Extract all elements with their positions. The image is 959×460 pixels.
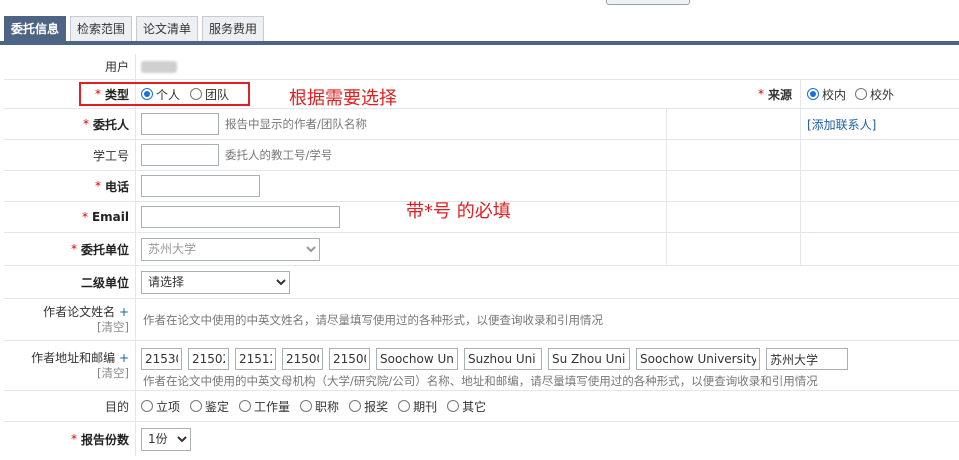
address-input[interactable] <box>329 348 370 370</box>
source-option-internal[interactable]: 校内 <box>807 86 846 103</box>
type-highlight-box <box>79 82 250 106</box>
unit-select[interactable]: 苏州大学 <box>141 237 320 261</box>
radio-icon[interactable] <box>349 400 362 412</box>
tab-client-info[interactable]: 委托信息 <box>4 16 67 42</box>
address-input[interactable] <box>548 348 630 370</box>
radio-icon[interactable] <box>447 400 460 412</box>
purpose-option[interactable]: 职称 <box>300 398 339 415</box>
author-name-label: 作者论文姓名 <box>43 304 116 319</box>
subunit-select[interactable]: 请选择 <box>141 270 290 294</box>
radio-icon[interactable] <box>141 400 153 412</box>
author-address-row: 作者地址和邮编 + [清空] 作者在论文中使用的中英文母机构（大学/研究院/公司… <box>4 341 959 391</box>
address-input[interactable] <box>282 348 323 370</box>
address-input[interactable] <box>235 348 276 370</box>
author-address-add-button[interactable]: + <box>119 351 129 365</box>
source-label: 来源 <box>767 87 792 102</box>
tab-service-fee[interactable]: 服务费用 <box>202 16 265 42</box>
tab-bar: 委托信息 检索范围 论文清单 服务费用 <box>4 16 265 42</box>
phone-input[interactable] <box>141 175 260 197</box>
user-row: 用户 <box>4 54 959 80</box>
source-option-external[interactable]: 校外 <box>855 86 894 103</box>
tab-search-scope[interactable]: 检索范围 <box>70 16 133 42</box>
email-input[interactable] <box>141 206 340 228</box>
copies-row: * 报告份数 1份 <box>4 422 959 456</box>
address-input[interactable] <box>636 348 760 370</box>
add-contact-link[interactable]: [添加联系人] <box>807 116 876 133</box>
client-name-input[interactable] <box>141 113 219 135</box>
unit-row: * 委托单位 苏州大学 <box>4 233 959 266</box>
email-label: Email <box>91 210 129 224</box>
address-input[interactable] <box>376 348 458 370</box>
radio-icon[interactable] <box>807 88 819 100</box>
author-address-inputs <box>141 348 848 370</box>
client-row: * 委托人 报告中显示的作者/团队名称 [添加联系人] <box>4 109 959 140</box>
author-name-hint: 作者在论文中使用的中英文姓名，请尽量填写使用过的各种形式，以便查询收录和引用情况 <box>143 312 603 327</box>
address-input[interactable] <box>766 348 848 370</box>
author-address-clear-link[interactable]: [清空] <box>97 366 129 381</box>
author-name-add-button[interactable]: + <box>119 305 129 319</box>
client-label: 委托人 <box>92 117 129 132</box>
unit-label: 委托单位 <box>80 242 129 257</box>
address-input[interactable] <box>188 348 229 370</box>
radio-icon[interactable] <box>300 400 313 412</box>
purpose-option[interactable]: 立项 <box>141 398 180 415</box>
address-input[interactable] <box>464 348 542 370</box>
radio-icon[interactable] <box>855 88 868 100</box>
staff-id-row: 学工号 委托人的教工号/学号 <box>4 140 959 171</box>
purpose-option[interactable]: 期刊 <box>398 398 437 415</box>
author-address-label: 作者地址和邮编 <box>31 350 116 365</box>
purpose-option[interactable]: 工作量 <box>239 398 290 415</box>
client-hint: 报告中显示的作者/团队名称 <box>225 117 367 131</box>
tab-underline <box>0 41 959 45</box>
purpose-option[interactable]: 报奖 <box>349 398 388 415</box>
radio-icon[interactable] <box>239 400 252 412</box>
radio-icon[interactable] <box>398 400 411 412</box>
author-address-hint: 作者在论文中使用的中英文母机构（大学/研究院/公司）名称、地址和邮编，请尽量填写… <box>143 374 818 388</box>
phone-label: 电话 <box>104 179 129 194</box>
subunit-label: 二级单位 <box>80 275 129 290</box>
required-note-annotation: 带*号 的必填 <box>406 201 511 222</box>
copies-label: 报告份数 <box>80 432 129 447</box>
user-name-redacted <box>141 60 177 73</box>
purpose-option[interactable]: 其它 <box>447 398 486 415</box>
purpose-label: 目的 <box>104 399 129 414</box>
address-input[interactable] <box>141 348 182 370</box>
radio-icon[interactable] <box>190 400 203 412</box>
copies-select[interactable]: 1份 <box>141 427 191 451</box>
purpose-row: 目的 立项 鉴定 工作量 职称 报奖 期刊 其它 <box>4 391 959 422</box>
user-label: 用户 <box>104 60 129 74</box>
author-name-row: 作者论文姓名 + [清空] 作者在论文中使用的中英文姓名，请尽量填写使用过的各种… <box>4 299 959 341</box>
staff-id-hint: 委托人的教工号/学号 <box>225 148 333 162</box>
top-button[interactable] <box>606 0 690 5</box>
staff-id-input[interactable] <box>141 144 219 166</box>
subunit-row: 二级单位 请选择 <box>4 266 959 299</box>
purpose-option[interactable]: 鉴定 <box>190 398 229 415</box>
choose-note-annotation: 根据需要选择 <box>289 88 397 109</box>
staff-id-label: 学工号 <box>92 148 129 163</box>
tab-paper-list[interactable]: 论文清单 <box>136 16 199 42</box>
author-name-clear-link[interactable]: [清空] <box>97 320 129 335</box>
